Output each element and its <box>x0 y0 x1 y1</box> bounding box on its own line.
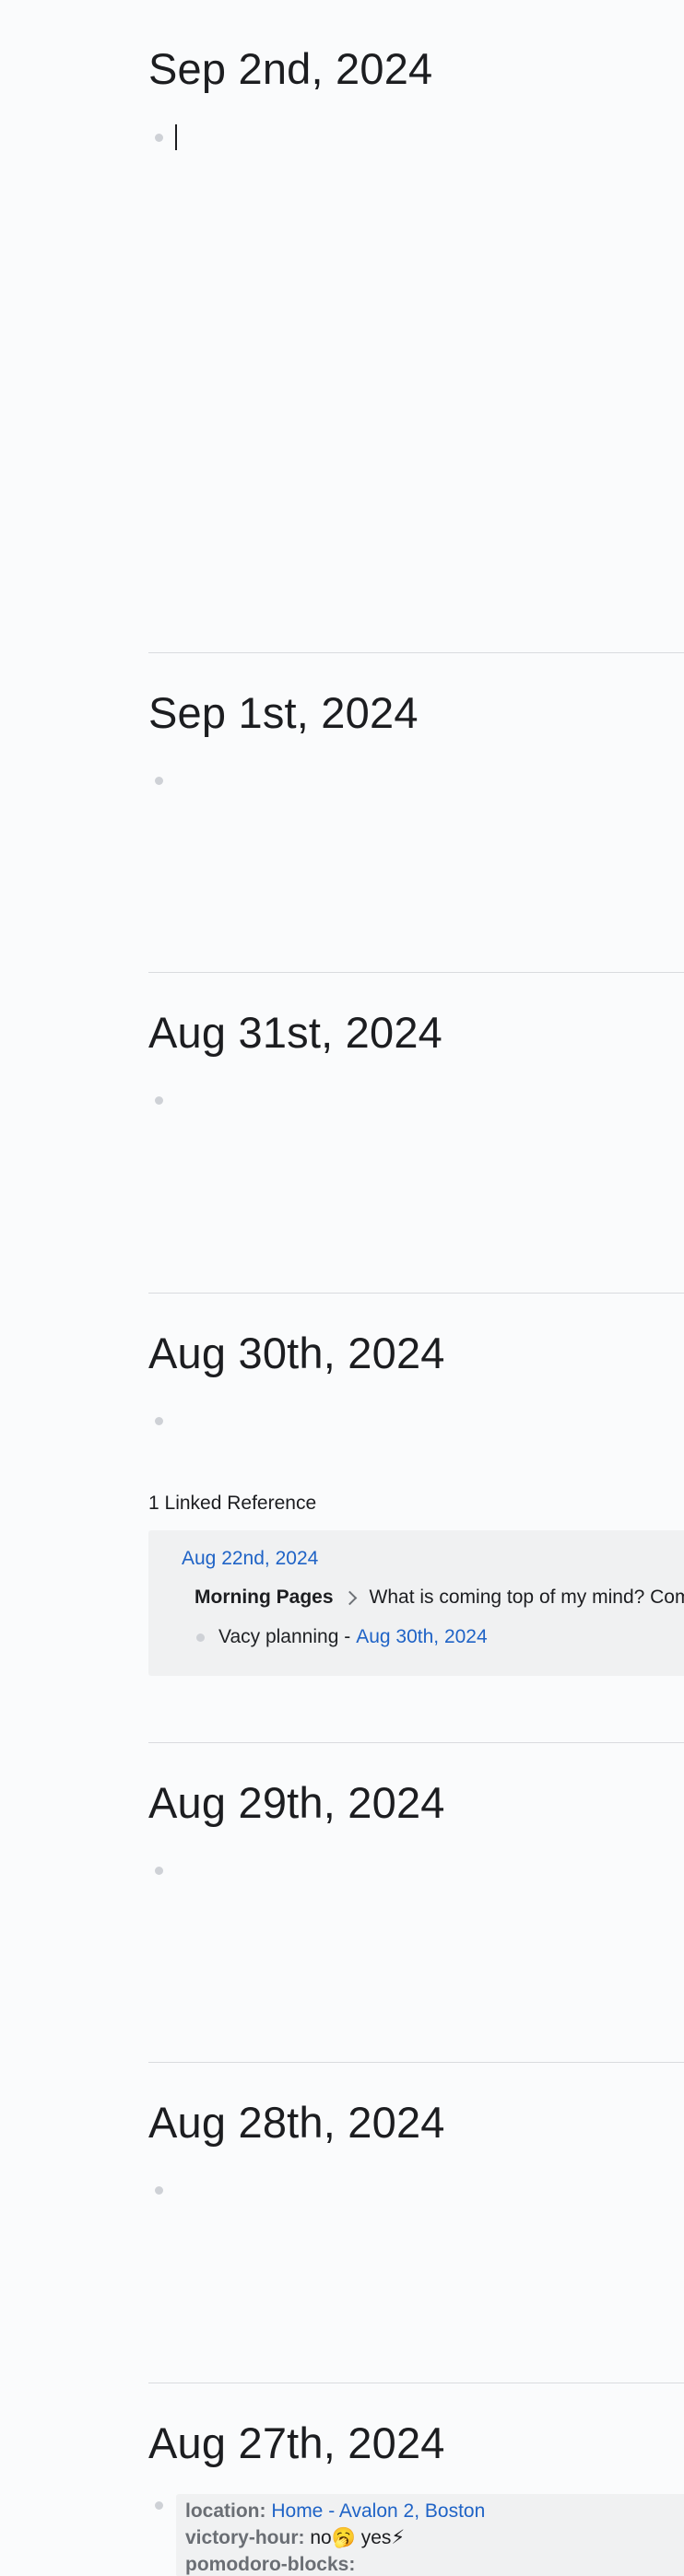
property-key: location: <box>185 2500 266 2522</box>
breadcrumb: Morning Pages What is coming top of my m… <box>195 1587 684 1609</box>
chevron-right-icon <box>342 1590 357 1605</box>
property-location: location: Home - Avalon 2, Boston <box>185 2498 684 2524</box>
block-empty[interactable] <box>148 1856 163 1884</box>
journal-title[interactable]: Aug 31st, 2024 <box>148 1007 442 1059</box>
journal-title[interactable]: Sep 2nd, 2024 <box>148 43 432 95</box>
block-empty[interactable] <box>148 767 163 794</box>
linked-reference-card: Aug 22nd, 2024 Morning Pages What is com… <box>148 1530 684 1676</box>
property-pomodoro-blocks: pomodoro-blocks: <box>185 2551 684 2576</box>
property-key: victory-hour: <box>185 2527 305 2548</box>
block-bullet[interactable] <box>196 1633 205 1642</box>
block-bullet[interactable] <box>155 133 163 142</box>
property-value: no🥱 yes⚡ <box>304 2527 406 2548</box>
property-link[interactable]: Home - Avalon 2, Boston <box>271 2500 485 2522</box>
block-bullet[interactable] <box>155 2185 163 2195</box>
block-bullet[interactable] <box>155 1095 163 1105</box>
breadcrumb-child[interactable]: What is coming top of my mind? Com <box>370 1587 684 1609</box>
block-bullet[interactable] <box>155 776 163 785</box>
journal-title[interactable]: Aug 27th, 2024 <box>148 2418 445 2469</box>
linked-references-header[interactable]: 1 Linked Reference <box>148 1493 316 1515</box>
block-properties[interactable] <box>148 2491 163 2519</box>
journal-day: Sep 2nd, 2024 <box>148 0 684 652</box>
block-bullet[interactable] <box>155 2500 163 2510</box>
block-editing[interactable] <box>148 123 177 151</box>
page-ref-link[interactable]: Aug 30th, 2024 <box>356 1626 487 1648</box>
reference-block[interactable]: Vacy planning - Aug 30th, 2024 <box>195 1626 488 1648</box>
property-victory-hour: victory-hour: no🥱 yes⚡ <box>185 2524 684 2551</box>
journal-title[interactable]: Aug 30th, 2024 <box>148 1328 445 1379</box>
journal-day: Aug 30th, 2024 1 Linked Reference Aug 22… <box>148 1293 684 1742</box>
block-empty[interactable] <box>148 2176 163 2204</box>
property-key: pomodoro-blocks: <box>185 2554 356 2575</box>
text-cursor <box>175 124 177 150</box>
journal-title[interactable]: Sep 1st, 2024 <box>148 687 419 739</box>
journal-day: Aug 28th, 2024 <box>148 2062 684 2383</box>
reference-block-text: Vacy planning - <box>218 1626 351 1647</box>
block-empty[interactable] <box>148 1086 163 1114</box>
breadcrumb-parent[interactable]: Morning Pages <box>195 1587 334 1609</box>
block-bullet[interactable] <box>155 1416 163 1425</box>
journal-day: Aug 27th, 2024 location: Home - Avalon 2… <box>148 2383 684 2576</box>
block-bullet[interactable] <box>155 1866 163 1875</box>
journal-day: Sep 1st, 2024 <box>148 652 684 972</box>
journals-page: Sep 2nd, 2024 Sep 1st, 2024 Aug 31st, 20… <box>0 0 684 2576</box>
block-empty[interactable] <box>148 1407 163 1434</box>
journal-day: Aug 29th, 2024 <box>148 1742 684 2062</box>
journal-title[interactable]: Aug 29th, 2024 <box>148 1777 445 1829</box>
journal-title[interactable]: Aug 28th, 2024 <box>148 2097 445 2149</box>
journal-list: Sep 2nd, 2024 Sep 1st, 2024 Aug 31st, 20… <box>148 0 684 2576</box>
block-properties-panel[interactable]: location: Home - Avalon 2, Boston victor… <box>176 2494 684 2576</box>
reference-page-link[interactable]: Aug 22nd, 2024 <box>182 1548 318 1570</box>
journal-day: Aug 31st, 2024 <box>148 972 684 1293</box>
